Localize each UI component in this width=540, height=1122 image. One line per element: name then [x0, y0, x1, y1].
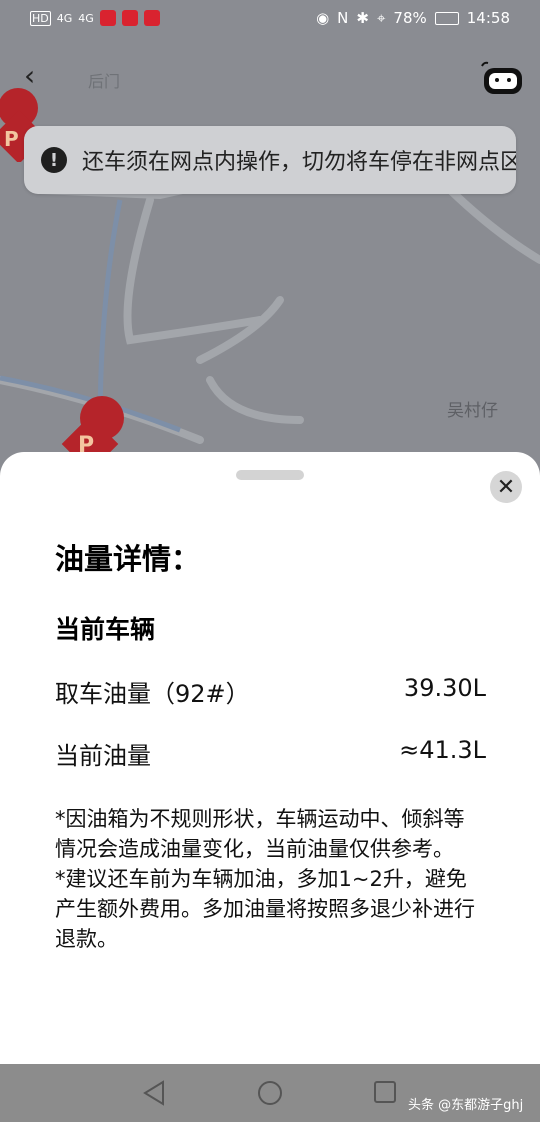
customer-service-icon[interactable]: [480, 60, 526, 98]
map-view[interactable]: P P 后门 吴村仔: [0, 0, 540, 470]
nfc-icon: N: [337, 9, 349, 27]
status-bar: HD 4G 4G ◉ N ✱ ⌖ 78% 14:58: [0, 0, 540, 40]
note-text: *建议还车前为车辆加油，多加1~2升，避免产生额外费用。多加油量将按照多退少补进…: [55, 867, 475, 951]
mail-notification-icon: [143, 10, 160, 26]
bluetooth-icon: ✱: [356, 9, 369, 27]
signal-icon-1: 4G: [56, 11, 73, 25]
close-button[interactable]: ✕: [490, 471, 522, 503]
app-notification-icon: [99, 10, 116, 26]
signal-icon-2: 4G: [78, 11, 94, 25]
nav-home-icon[interactable]: [257, 1080, 283, 1106]
row-value: ≈41.3L: [399, 736, 486, 764]
road-label: 后门: [88, 72, 121, 91]
fuel-notes: *因油箱为不规则形状，车辆运动中、倾斜等情况会造成油量变化，当前油量仅供参考。 …: [55, 804, 485, 954]
row-label: 当前油量: [55, 742, 151, 770]
watermark: 头条 @东都游子ghj: [408, 1098, 524, 1113]
eye-icon: ◉: [316, 9, 330, 27]
nav-recents-icon[interactable]: [373, 1080, 397, 1104]
clock: 14:58: [466, 9, 510, 27]
note-text: *因油箱为不规则形状，车辆运动中、倾斜等情况会造成油量变化，当前油量仅供参考。: [55, 807, 465, 861]
place-label: 吴村仔: [447, 401, 498, 421]
sheet-title: 油量详情：: [55, 542, 201, 576]
hd-icon: HD: [30, 10, 51, 26]
location-icon: ⌖: [376, 9, 386, 27]
battery-icon: [434, 11, 459, 25]
app-notification-icon: [121, 10, 138, 26]
battery-percent: 78%: [393, 9, 427, 27]
system-nav-bar: 头条 @东都游子ghj: [0, 1064, 540, 1122]
fuel-detail-sheet: ✕ 油量详情： 当前车辆 取车油量（92#） 39.30L 当前油量 ≈41.3…: [0, 452, 540, 1064]
notice-text: 还车须在网点内操作，切勿将车停在非网点区域: [82, 150, 516, 175]
parking-pin-letter: P: [4, 127, 19, 151]
section-title: 当前车辆: [55, 615, 156, 644]
row-label: 取车油量（92#）: [55, 680, 250, 708]
alert-icon: !: [41, 147, 67, 173]
return-notice-banner: ! 还车须在网点内操作，切勿将车停在非网点区域: [24, 126, 516, 194]
row-value: 39.30L: [403, 674, 486, 702]
back-button[interactable]: ‹: [24, 62, 35, 90]
nav-back-icon[interactable]: [142, 1080, 166, 1106]
drag-handle[interactable]: [236, 470, 304, 480]
